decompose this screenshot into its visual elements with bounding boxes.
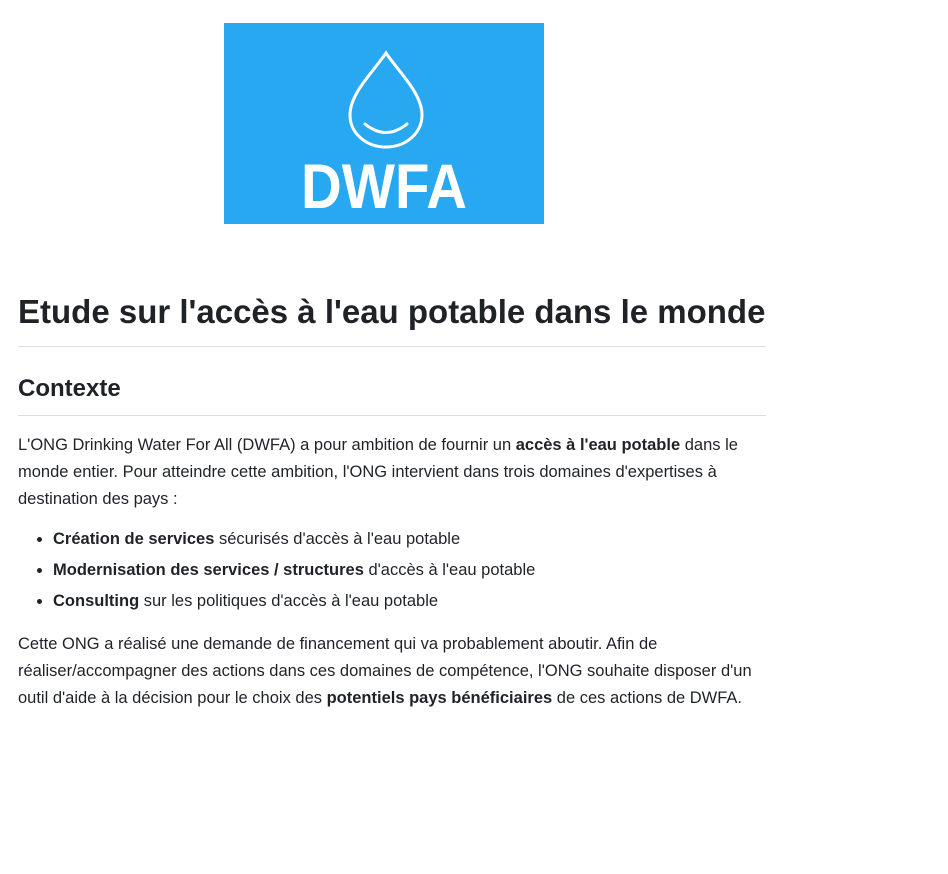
water-drop-icon: DWFA: [301, 50, 467, 222]
logo-text: DWFA: [301, 152, 467, 222]
closing-paragraph: Cette ONG a réalisé une demande de finan…: [18, 631, 766, 712]
list-item-bold: Consulting: [53, 592, 140, 610]
dwfa-logo: DWFA: [224, 23, 544, 224]
closing-bold: potentiels pays bénéficiaires: [326, 689, 553, 707]
page-title: Etude sur l'accès à l'eau potable dans l…: [18, 290, 766, 347]
list-item-text: sécurisés d'accès à l'eau potable: [214, 530, 461, 548]
list-item-text: sur les politiques d'accès à l'eau potab…: [139, 592, 439, 610]
section-heading: Contexte: [18, 373, 766, 416]
intro-bold: accès à l'eau potable: [515, 436, 681, 454]
intro-paragraph: L'ONG Drinking Water For All (DWFA) a po…: [18, 432, 766, 513]
intro-text-1: L'ONG Drinking Water For All (DWFA) a po…: [18, 436, 516, 454]
list-item: Consulting sur les politiques d'accès à …: [53, 588, 766, 615]
list-item-bold: Modernisation des services / structures: [53, 561, 364, 579]
list-item-text: d'accès à l'eau potable: [363, 561, 536, 579]
document-content: Etude sur l'accès à l'eau potable dans l…: [18, 290, 766, 712]
domains-list: Création de services sécurisés d'accès à…: [18, 526, 766, 615]
list-item-bold: Création de services: [53, 530, 215, 548]
closing-text-2: de ces actions de DWFA.: [552, 689, 743, 707]
list-item: Création de services sécurisés d'accès à…: [53, 526, 766, 553]
list-item: Modernisation des services / structures …: [53, 557, 766, 584]
